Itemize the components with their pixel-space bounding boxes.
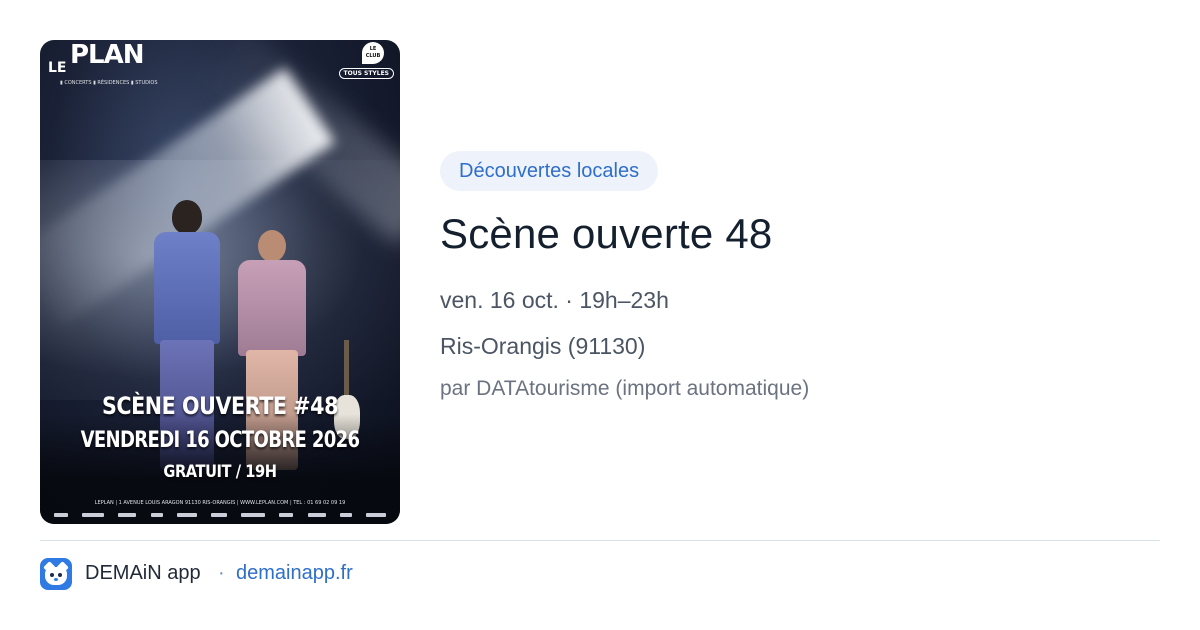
footer-divider: [40, 540, 1160, 541]
logo-plan: PLAN: [70, 40, 145, 70]
event-datetime: ven. 16 oct. · 19h–23h: [440, 287, 669, 313]
poster-sponsor-logos: [54, 510, 386, 520]
event-location: Ris-Orangis (91130): [440, 333, 646, 359]
event-poster-image[interactable]: LE PLAN ▮ CONCERTS ▮ RÉSIDENCES ▮ STUDIO…: [40, 40, 400, 524]
poster-date: VENDREDI 16 OCTOBRE 2026: [80, 428, 361, 453]
event-source: par DATAtourisme (import automatique): [440, 377, 810, 400]
poster-price-time: GRATUIT / 19H: [163, 462, 277, 482]
club-badge: LE CLUB TOUS STYLES: [338, 42, 394, 82]
category-tag[interactable]: Découvertes locales: [440, 151, 659, 191]
footer-separator: ·: [218, 562, 225, 584]
poster-headline: SCÈNE OUVERTE #48: [101, 392, 339, 420]
logo-le: LE: [48, 60, 67, 76]
app-url-link[interactable]: demainapp.fr: [236, 562, 353, 585]
logo-subtitle: ▮ CONCERTS ▮ RÉSIDENCES ▮ STUDIOS: [60, 80, 158, 86]
club-label: LE CLUB: [362, 42, 384, 64]
app-name[interactable]: DEMAiN app: [85, 562, 201, 585]
fox-icon[interactable]: [40, 558, 72, 590]
event-title[interactable]: Scène ouverte 48: [440, 210, 772, 258]
style-badge: TOUS STYLES: [338, 68, 394, 79]
poster-address: LEPLAN | 1 AVENUE LOUIS ARAGON 91130 RIS…: [94, 500, 346, 506]
